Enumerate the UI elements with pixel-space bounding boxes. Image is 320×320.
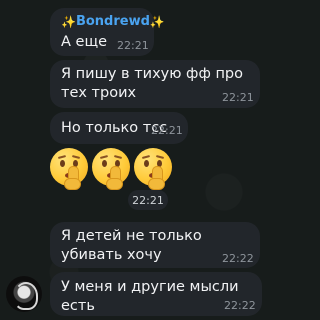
message-bubble-3[interactable]: Но только тсс 22:21 bbox=[50, 112, 188, 144]
message-time: 22:22 bbox=[222, 252, 254, 265]
emoji-time: 22:21 bbox=[128, 190, 168, 210]
avatar-figure-icon bbox=[14, 282, 38, 310]
sender-name[interactable]: ✨ Bondrewd ✨ bbox=[61, 14, 165, 29]
shushing-face-icon bbox=[92, 148, 130, 190]
message-time: 22:21 bbox=[151, 124, 183, 137]
shushing-face-icon bbox=[50, 148, 88, 190]
message-bubble-1[interactable]: ✨ Bondrewd ✨ А еще 22:21 bbox=[50, 8, 165, 56]
message-time: 22:21 bbox=[117, 39, 149, 52]
avatar[interactable] bbox=[6, 276, 42, 312]
message-bubble-6[interactable]: У меня и другие мысли есть 22:22 bbox=[50, 272, 262, 316]
message-time: 22:21 bbox=[222, 91, 254, 104]
sparkles-icon: ✨ bbox=[61, 14, 76, 29]
sparkles-icon: ✨ bbox=[149, 14, 165, 29]
shushing-face-icon bbox=[134, 148, 172, 190]
message-text: А еще bbox=[61, 34, 108, 50]
message-bubble-2[interactable]: Я пишу в тихую фф про тех троих 22:21 bbox=[50, 60, 260, 108]
message-time: 22:22 bbox=[224, 299, 256, 312]
message-bubble-5[interactable]: Я детей не только убивать хочу 22:22 bbox=[50, 222, 260, 268]
